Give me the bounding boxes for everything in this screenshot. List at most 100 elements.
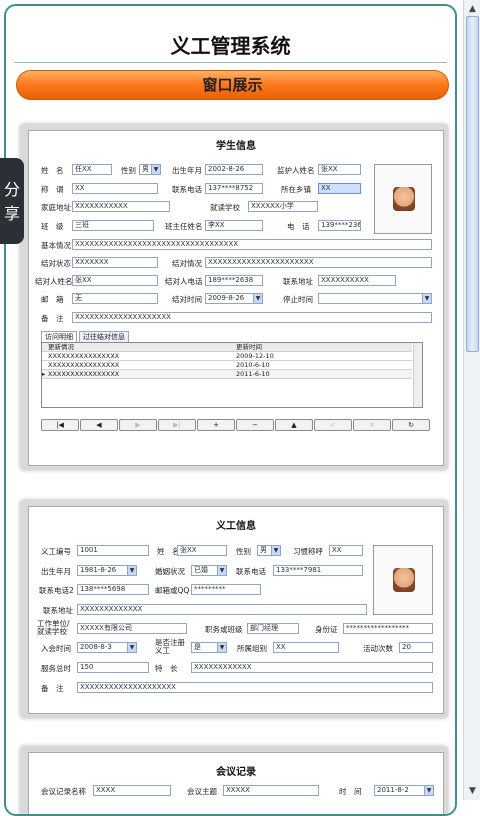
- pair-info-field[interactable]: XXXXXXXXXXXXXXXXXXXXXX: [205, 257, 432, 268]
- vol-address-field[interactable]: XXXXXXXXXXXXX: [77, 604, 367, 615]
- tab-past-pairing[interactable]: 过往结对信息: [79, 331, 129, 342]
- student-window-title: 学生信息: [216, 141, 256, 152]
- vol-marital-select[interactable]: 已婚 ▼: [191, 565, 227, 576]
- student-photo: [374, 164, 432, 234]
- vol-idcard-field[interactable]: ******************: [343, 623, 433, 634]
- vol-reg-select[interactable]: 是 ▼: [191, 642, 227, 653]
- class-field[interactable]: 三班: [72, 220, 154, 231]
- first-record-button[interactable]: |◀: [41, 419, 79, 431]
- name-label: 姓 名: [41, 166, 64, 175]
- meeting-topic-field[interactable]: XXXXX: [223, 785, 319, 796]
- pair-phone-field[interactable]: 189****2638: [205, 275, 263, 286]
- chevron-down-icon[interactable]: ▼: [151, 165, 160, 174]
- gender-select[interactable]: 男 ▼: [139, 164, 161, 175]
- pair-time-field[interactable]: 2009-8-26 ▼: [205, 293, 263, 304]
- row-pointer-icon: ▸: [42, 370, 46, 378]
- birth-field[interactable]: 2002-8-26: [205, 164, 263, 175]
- vol-group-field[interactable]: XX: [273, 642, 339, 653]
- vol-id-field[interactable]: 1001: [77, 545, 149, 556]
- delete-record-button[interactable]: −: [236, 419, 274, 431]
- tab-visit-detail[interactable]: 访问明细: [41, 331, 77, 342]
- town-field[interactable]: XX: [318, 183, 361, 194]
- pair-status-field[interactable]: XXXXXXX: [72, 257, 158, 268]
- vol-join-label: 入会时间: [41, 644, 71, 653]
- last-record-button[interactable]: ▶|: [158, 419, 196, 431]
- meeting-name-label: 会议记录名称: [41, 787, 86, 796]
- cancel-record-button[interactable]: ✕: [353, 419, 391, 431]
- meeting-name-field[interactable]: XXXX: [93, 785, 171, 796]
- chevron-down-icon[interactable]: ▼: [217, 566, 226, 575]
- school-label: 就读学校: [210, 203, 240, 212]
- pair-phone-label: 结对人电话: [165, 277, 203, 286]
- grid-scrollbar[interactable]: [413, 343, 422, 407]
- share-tab[interactable]: 分享: [0, 158, 24, 244]
- scroll-down-icon[interactable]: ▼: [465, 784, 480, 798]
- pair-person-field[interactable]: 张XX: [72, 275, 158, 286]
- add-record-button[interactable]: +: [197, 419, 235, 431]
- vol-activity-field[interactable]: 20: [399, 642, 433, 653]
- vol-phone-field[interactable]: 133****7981: [273, 565, 363, 576]
- title-field[interactable]: XX: [72, 183, 158, 194]
- chevron-down-icon[interactable]: ▼: [217, 643, 226, 652]
- vol-skill-field[interactable]: XXXXXXXXXXXX: [191, 662, 433, 673]
- refresh-record-button[interactable]: ↻: [392, 419, 430, 431]
- student-avatar: [393, 187, 415, 211]
- note-field[interactable]: XXXXXXXXXXXXXXXXXXXX: [72, 312, 432, 323]
- chevron-down-icon[interactable]: ▼: [253, 294, 262, 303]
- vol-work-field[interactable]: XXXXX有限公司: [77, 623, 187, 634]
- vol-idcard-label: 身份证: [315, 625, 338, 634]
- vol-habit-field[interactable]: XX: [329, 545, 363, 556]
- vol-habit-label: 习惯称呼: [293, 547, 323, 556]
- vol-phone2-field[interactable]: 138****5698: [77, 584, 149, 595]
- post-field[interactable]: 无: [72, 293, 158, 304]
- teacher-field[interactable]: 李XX: [205, 220, 263, 231]
- stop-field[interactable]: ▼: [318, 293, 432, 304]
- post-record-button[interactable]: ✓: [314, 419, 352, 431]
- vol-hours-field[interactable]: 150: [77, 662, 149, 673]
- title-divider: [14, 62, 447, 63]
- chevron-down-icon[interactable]: ▼: [127, 566, 136, 575]
- scroll-up-icon[interactable]: ▲: [465, 2, 480, 16]
- next-record-button[interactable]: ▶: [119, 419, 157, 431]
- prev-record-button[interactable]: ◀: [80, 419, 118, 431]
- name-field[interactable]: 任XX: [72, 164, 112, 175]
- tel-field[interactable]: 139****2369: [318, 220, 361, 231]
- table-row[interactable]: XXXXXXXXXXXXXXXX 2009-12-10: [42, 352, 412, 361]
- vol-join-field[interactable]: 2008-8-3 ▼: [77, 642, 137, 653]
- vol-email-label: 邮箱或QQ: [155, 586, 190, 595]
- page-scrollbar[interactable]: ▲ ▼: [463, 0, 480, 800]
- table-row[interactable]: ▸ XXXXXXXXXXXXXXXX 2011-6-10: [42, 370, 412, 379]
- home-field[interactable]: XXXXXXXXXXX: [72, 201, 170, 212]
- vol-post-field[interactable]: 部门经理: [247, 623, 299, 634]
- chevron-down-icon[interactable]: ▼: [271, 546, 280, 555]
- home-label: 家庭地址: [41, 203, 71, 212]
- vol-note-field[interactable]: XXXXXXXXXXXXXXXXXXXX: [77, 682, 433, 693]
- chevron-down-icon[interactable]: ▼: [424, 786, 433, 795]
- meeting-window-title: 会议记录: [216, 767, 256, 778]
- meeting-topic-label: 会议主题: [187, 787, 217, 796]
- chevron-down-icon[interactable]: ▼: [422, 294, 431, 303]
- vol-name-field[interactable]: 张XX: [177, 545, 227, 556]
- chevron-down-icon[interactable]: ▼: [127, 643, 136, 652]
- stop-label: 停止时间: [283, 295, 313, 304]
- vol-gender-select[interactable]: 男 ▼: [257, 545, 281, 556]
- post-label: 邮 箱: [41, 295, 64, 304]
- student-window: 学生信息 姓 名 任XX 性别 男 ▼ 出生年月 2002-8-26 监护人姓名 …: [28, 130, 444, 466]
- pair-status-label: 结对状态: [41, 259, 71, 268]
- edit-record-button[interactable]: ▲: [275, 419, 313, 431]
- note-label: 备 注: [41, 314, 64, 323]
- phone-field[interactable]: 137****8752: [205, 183, 263, 194]
- vol-birth-field[interactable]: 1981-8-26 ▼: [77, 565, 137, 576]
- scrollbar-thumb[interactable]: [466, 16, 479, 352]
- address-field[interactable]: XXXXXXXXXX: [318, 275, 396, 286]
- guardian-field[interactable]: 张XX: [318, 164, 361, 175]
- vol-address-label: 联系地址: [43, 606, 73, 615]
- school-field[interactable]: XXXXXX小学: [248, 201, 318, 212]
- vol-marital-label: 婚姻状况: [155, 567, 185, 576]
- title-label: 称 谓: [41, 185, 64, 194]
- table-row[interactable]: XXXXXXXXXXXXXXXX 2010-6-10: [42, 361, 412, 370]
- vol-email-field[interactable]: *********: [191, 584, 261, 595]
- meeting-time-field[interactable]: 2011-8-2 ▼: [374, 785, 434, 796]
- visit-grid: 更新情况 更新时间 XXXXXXXXXXXXXXXX 2009-12-10 XX…: [41, 342, 423, 408]
- basic-field[interactable]: XXXXXXXXXXXXXXXXXXXXXXXXXXXXXXXXXX: [72, 239, 432, 250]
